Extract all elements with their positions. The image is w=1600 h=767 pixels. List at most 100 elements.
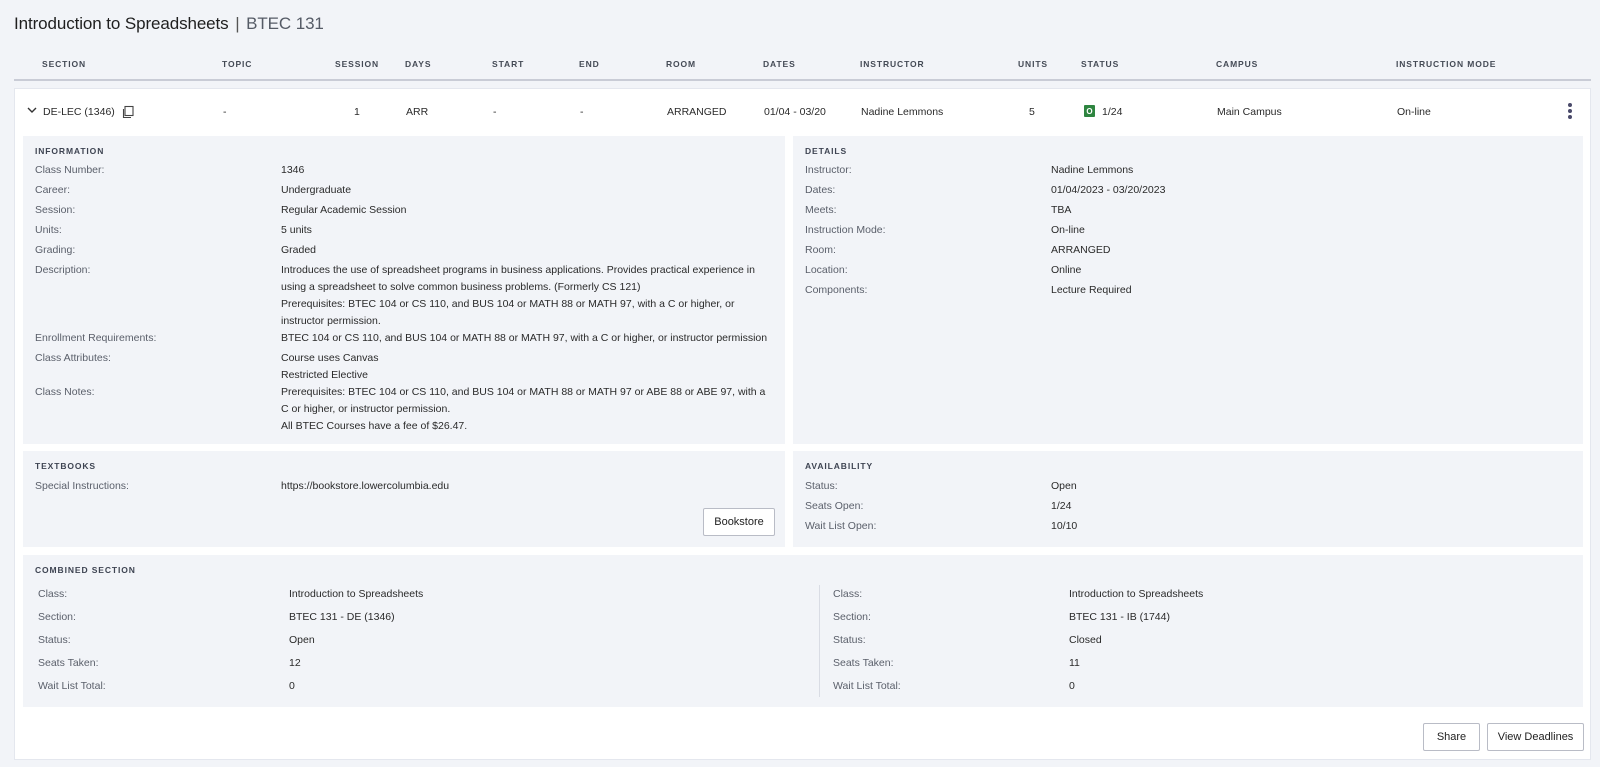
value-combined-wait-list: 0 <box>289 680 295 692</box>
value-description-line: using a spreadsheet to solve common busi… <box>281 281 641 293</box>
row-campus: Main Campus <box>1217 106 1282 118</box>
row-dates: 01/04 - 03/20 <box>764 106 826 118</box>
label-units: Units: <box>35 224 62 236</box>
value-combined-status: Open <box>289 634 315 646</box>
label-combined-class: Class: <box>833 588 863 600</box>
value-description-line: instructor permission. <box>281 315 381 327</box>
label-session: Session: <box>35 204 76 216</box>
course-code: BTEC 131 <box>246 14 324 33</box>
combined-divider <box>819 585 820 697</box>
combined-section-title: COMBINED SECTION <box>35 565 136 575</box>
table-header: SECTION TOPIC SESSION DAYS START END ROO… <box>14 55 1591 81</box>
details-title: DETAILS <box>805 146 848 156</box>
label-enrollment-requirements: Enrollment Requirements: <box>35 332 157 344</box>
status-badge: O <box>1084 105 1095 117</box>
textbooks-title: TEXTBOOKS <box>35 461 96 471</box>
row-status: 1/24 <box>1102 106 1123 118</box>
page-title: Introduction to Spreadsheets | BTEC 131 <box>14 14 324 34</box>
label-combined-status: Status: <box>38 634 71 646</box>
value-class-number: 1346 <box>281 164 305 176</box>
col-days[interactable]: DAYS <box>405 59 431 69</box>
label-combined-class: Class: <box>38 588 68 600</box>
value-class-notes-line: All BTEC Courses have a fee of $26.47. <box>281 420 468 432</box>
value-class-notes-line: Prerequisites: BTEC 104 or CS 110, and B… <box>281 386 766 398</box>
value-class-attribute: Course uses Canvas <box>281 352 379 364</box>
label-dates: Dates: <box>805 184 836 196</box>
row-end: - <box>580 106 584 118</box>
label-combined-seats-taken: Seats Taken: <box>833 657 894 669</box>
value-wait-list-open: 10/10 <box>1051 520 1078 532</box>
value-enrollment-requirements: BTEC 104 or CS 110, and BUS 104 or MATH … <box>281 332 768 344</box>
col-start[interactable]: START <box>492 59 524 69</box>
col-instructor[interactable]: INSTRUCTOR <box>860 59 925 69</box>
col-section[interactable]: SECTION <box>42 59 86 69</box>
kebab-menu-icon[interactable] <box>1564 101 1576 123</box>
label-seats-open: Seats Open: <box>805 500 864 512</box>
label-combined-wait-list: Wait List Total: <box>38 680 106 692</box>
share-button[interactable]: Share <box>1423 723 1480 751</box>
label-combined-section: Section: <box>833 611 871 623</box>
col-units[interactable]: UNITS <box>1018 59 1048 69</box>
row-instructor: Nadine Lemmons <box>861 106 944 118</box>
value-grading: Graded <box>281 244 317 256</box>
value-dates: 01/04/2023 - 03/20/2023 <box>1051 184 1166 196</box>
label-description: Description: <box>35 264 91 276</box>
view-deadlines-button[interactable]: View Deadlines <box>1487 723 1584 751</box>
col-session[interactable]: SESSION <box>335 59 379 69</box>
value-components: Lecture Required <box>1051 284 1132 296</box>
row-topic: - <box>223 106 227 118</box>
value-description-line: Introduces the use of spreadsheet progra… <box>281 264 755 276</box>
value-special-instructions: https://bookstore.lowercolumbia.edu <box>281 480 450 492</box>
value-class-notes-line: C or higher, or instructor permission. <box>281 403 451 415</box>
label-combined-wait-list: Wait List Total: <box>833 680 901 692</box>
label-grading: Grading: <box>35 244 76 256</box>
label-wait-list-open: Wait List Open: <box>805 520 877 532</box>
value-instructor: Nadine Lemmons <box>1051 164 1134 176</box>
label-class-attributes: Class Attributes: <box>35 352 111 364</box>
value-combined-section: BTEC 131 - DE (1346) <box>289 611 395 623</box>
copy-icon[interactable] <box>121 105 135 119</box>
availability-panel: AVAILABILITY Status: Open Seats Open: 1/… <box>793 451 1583 547</box>
col-topic[interactable]: TOPIC <box>222 59 252 69</box>
value-units: 5 units <box>281 224 312 236</box>
section-card: DE-LEC (1346) - 1 ARR - - ARRANGED 01/04… <box>14 88 1591 760</box>
textbooks-panel: TEXTBOOKS Special Instructions: https://… <box>23 451 785 547</box>
col-instruction-mode[interactable]: INSTRUCTION MODE <box>1396 59 1496 69</box>
information-panel: INFORMATION Class Number: 1346 Career: U… <box>23 136 785 444</box>
value-meets: TBA <box>1051 204 1072 216</box>
value-combined-section: BTEC 131 - IB (1744) <box>1069 611 1170 623</box>
value-combined-seats-taken: 12 <box>289 657 301 669</box>
value-description-line: Prerequisites: BTEC 104 or CS 110, and B… <box>281 298 735 310</box>
row-units: 5 <box>1029 106 1035 118</box>
col-room[interactable]: ROOM <box>666 59 696 69</box>
chevron-down-icon[interactable] <box>25 103 39 117</box>
value-session: Regular Academic Session <box>281 204 407 216</box>
bookstore-button[interactable]: Bookstore <box>703 508 775 536</box>
row-session: 1 <box>354 106 360 118</box>
value-room: ARRANGED <box>1051 244 1111 256</box>
label-instructor: Instructor: <box>805 164 852 176</box>
label-class-notes: Class Notes: <box>35 386 95 398</box>
label-location: Location: <box>805 264 848 276</box>
label-meets: Meets: <box>805 204 837 216</box>
value-location: Online <box>1051 264 1082 276</box>
label-special-instructions: Special Instructions: <box>35 480 129 492</box>
value-combined-class: Introduction to Spreadsheets <box>1069 588 1204 600</box>
label-combined-status: Status: <box>833 634 866 646</box>
col-end[interactable]: END <box>579 59 600 69</box>
value-career: Undergraduate <box>281 184 352 196</box>
value-combined-class: Introduction to Spreadsheets <box>289 588 424 600</box>
value-class-attribute: Restricted Elective <box>281 369 368 381</box>
col-status[interactable]: STATUS <box>1081 59 1119 69</box>
label-availability-status: Status: <box>805 480 838 492</box>
col-dates[interactable]: DATES <box>763 59 796 69</box>
row-room: ARRANGED <box>667 106 727 118</box>
label-combined-seats-taken: Seats Taken: <box>38 657 99 669</box>
col-campus[interactable]: CAMPUS <box>1216 59 1258 69</box>
row-mode: On-line <box>1397 106 1431 118</box>
label-class-number: Class Number: <box>35 164 105 176</box>
value-combined-wait-list: 0 <box>1069 680 1075 692</box>
label-room: Room: <box>805 244 836 256</box>
value-combined-status: Closed <box>1069 634 1102 646</box>
value-availability-status: Open <box>1051 480 1077 492</box>
